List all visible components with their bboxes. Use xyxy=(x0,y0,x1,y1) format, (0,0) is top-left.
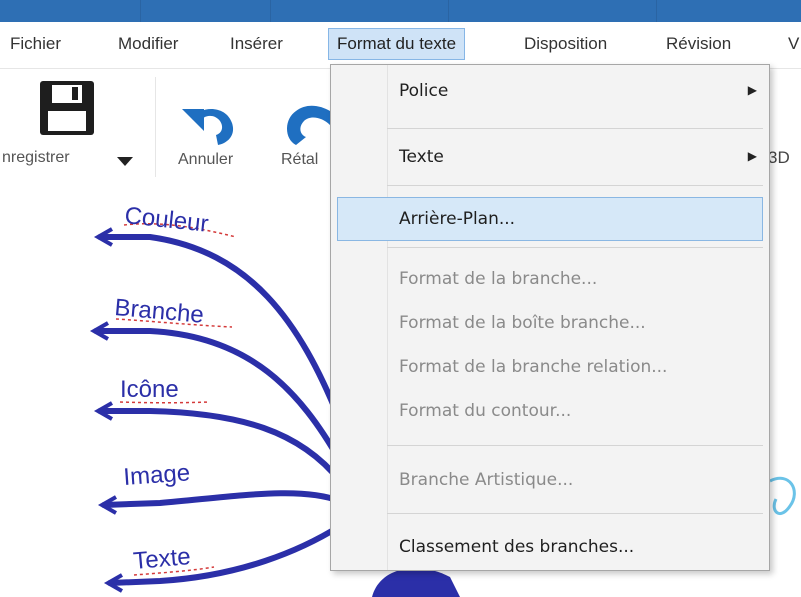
redo-label[interactable]: Rétal xyxy=(281,151,318,169)
branch-label-icone[interactable]: Icône xyxy=(120,376,179,403)
menu-icon-gutter xyxy=(387,65,388,570)
menu-item-classement-branches[interactable]: Classement des branches... xyxy=(399,537,634,557)
menu-item-arriere-plan[interactable]: Arrière-Plan... xyxy=(399,209,515,229)
undo-label[interactable]: Annuler xyxy=(178,151,233,169)
branch-label-image[interactable]: Image xyxy=(123,459,191,491)
menu-modifier[interactable]: Modifier xyxy=(118,34,178,54)
title-bar-divider xyxy=(656,0,657,22)
menu-inserer[interactable]: Insérer xyxy=(230,34,283,54)
menu-item-branche-artistique[interactable]: Branche Artistique... xyxy=(399,470,573,490)
menu-item-format-branche[interactable]: Format de la branche... xyxy=(399,269,597,289)
redo-icon[interactable] xyxy=(286,99,330,147)
menu-item-texte[interactable]: Texte xyxy=(399,147,444,167)
menu-revision[interactable]: Révision xyxy=(666,34,731,54)
menu-item-police[interactable]: Police xyxy=(399,81,448,101)
branch-label-texte[interactable]: Texte xyxy=(132,543,192,575)
save-label[interactable]: nregistrer xyxy=(2,149,70,167)
menu-item-format-boite-branche[interactable]: Format de la boîte branche... xyxy=(399,313,646,333)
central-topic-fragment xyxy=(372,568,460,597)
menu-format-du-texte[interactable]: Format du texte xyxy=(328,28,466,60)
title-bar-divider xyxy=(270,0,271,22)
branch-line-image[interactable] xyxy=(101,490,343,508)
menu-item-format-contour[interactable]: Format du contour... xyxy=(399,401,571,421)
title-bar xyxy=(0,0,801,22)
menu-separator xyxy=(387,185,763,186)
branch-label-branche[interactable]: Branche xyxy=(113,294,204,329)
decorative-swirl-icon xyxy=(769,477,796,516)
title-bar-divider xyxy=(448,0,449,22)
ribbon-3d-partial[interactable]: 3D xyxy=(768,148,790,168)
caret-down-icon[interactable] xyxy=(116,155,134,167)
save-icon[interactable] xyxy=(38,79,96,137)
menu-separator xyxy=(387,445,763,446)
submenu-arrow-icon: ▶ xyxy=(747,149,757,163)
undo-icon[interactable] xyxy=(178,99,238,147)
title-bar-divider xyxy=(140,0,141,22)
menu-fichier[interactable]: Fichier xyxy=(10,34,61,54)
menu-item-format-branche-relation[interactable]: Format de la branche relation... xyxy=(399,357,667,377)
menu-separator xyxy=(387,247,763,248)
submenu-arrow-icon: ▶ xyxy=(747,83,757,97)
menu-separator xyxy=(387,128,763,129)
format-du-texte-dropdown: Police ▶ Texte ▶ Arrière-Plan... Format … xyxy=(330,64,770,571)
ribbon-divider xyxy=(155,77,156,177)
menu-bar: Fichier Modifier Insérer Format du texte… xyxy=(0,22,801,69)
branch-label-couleur[interactable]: Couleur xyxy=(123,202,209,238)
menu-separator xyxy=(387,513,763,514)
menu-disposition[interactable]: Disposition xyxy=(524,34,607,54)
menu-v-partial[interactable]: V xyxy=(788,34,799,54)
